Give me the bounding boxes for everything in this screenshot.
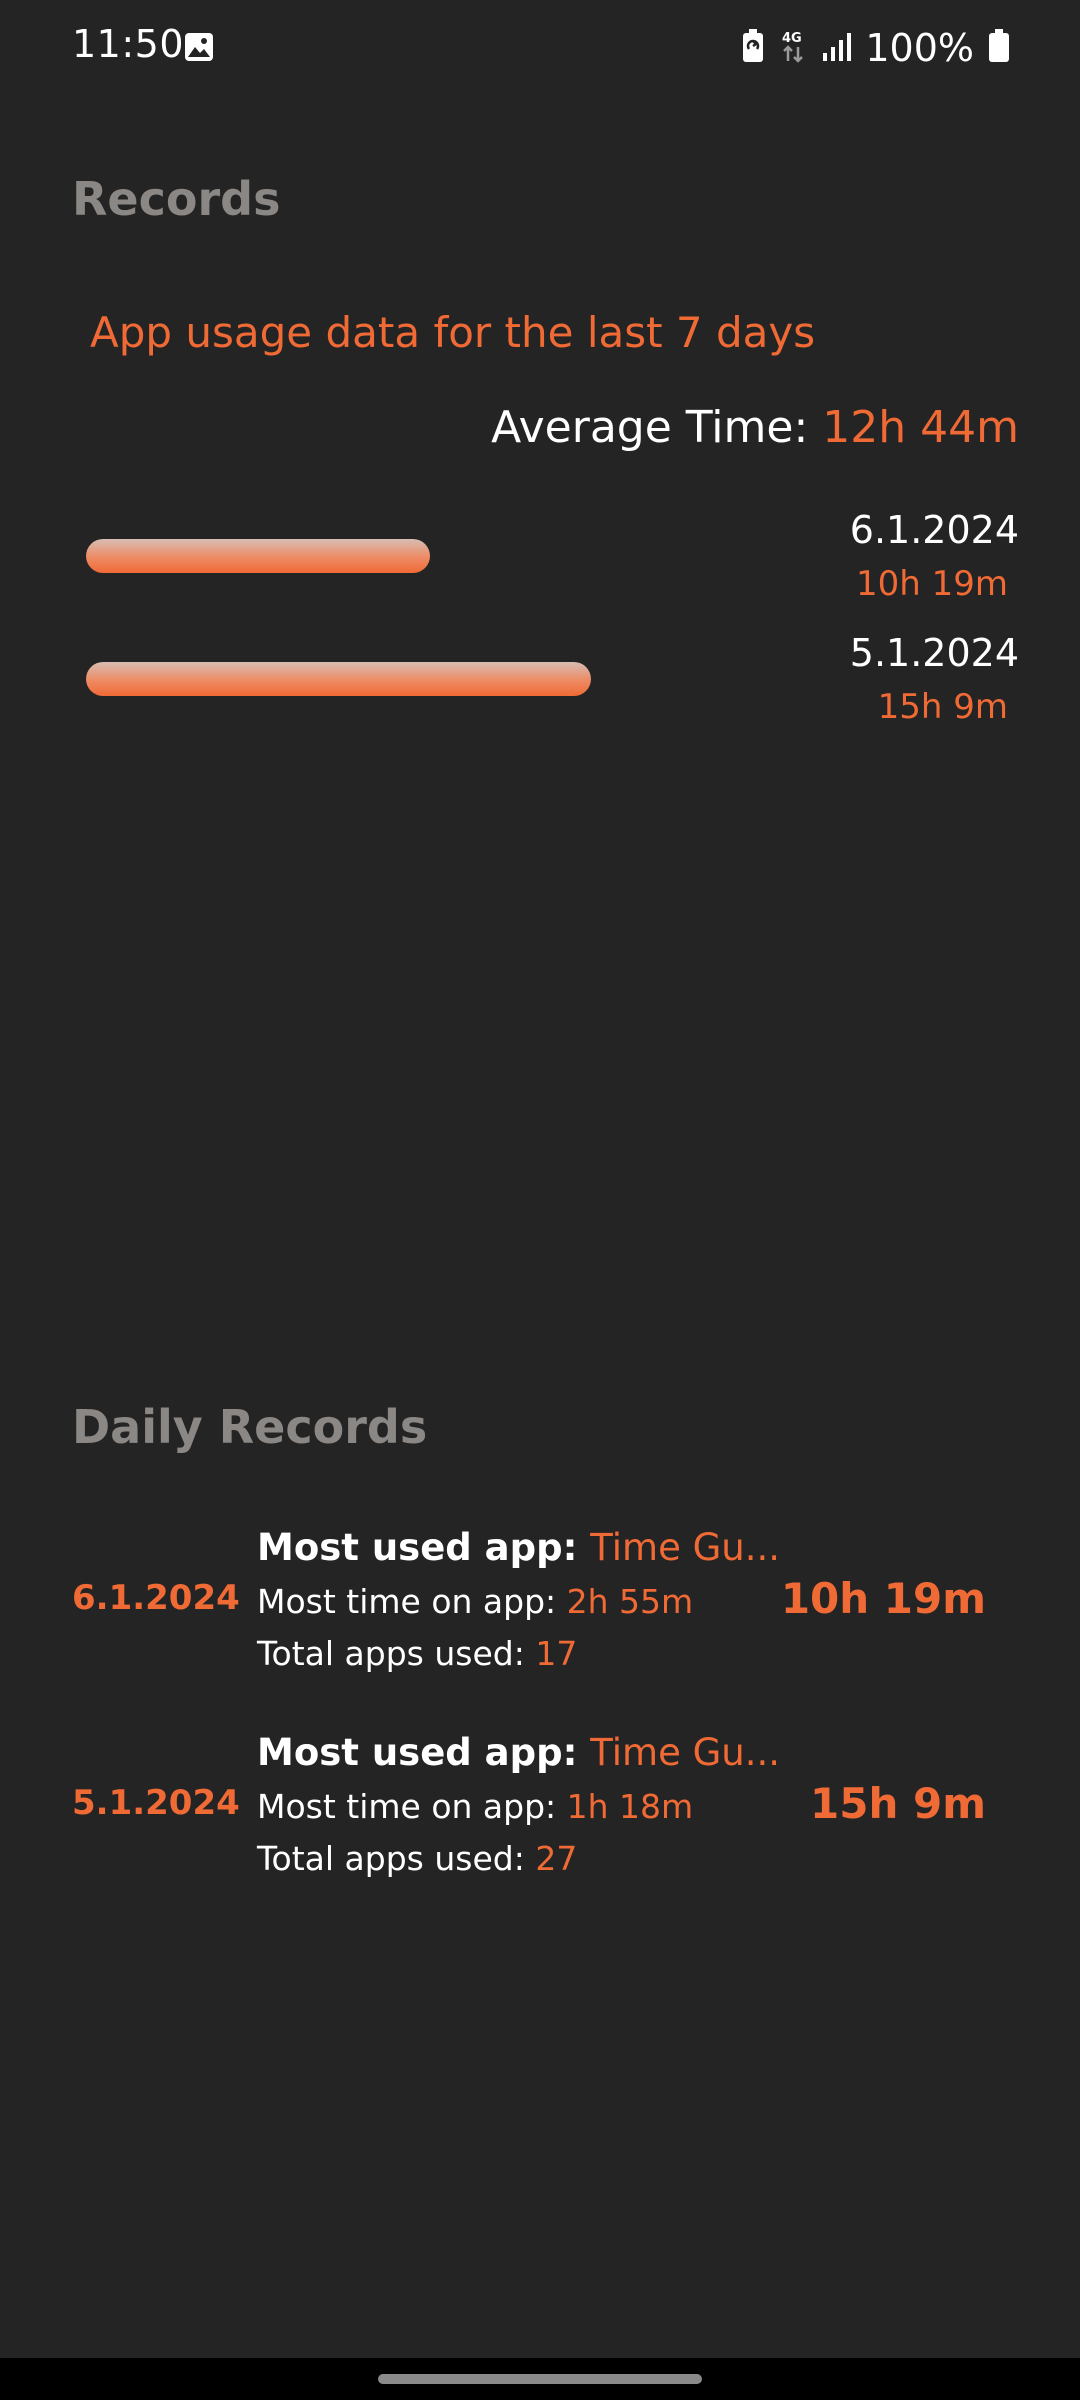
status-time: 11:50 bbox=[72, 22, 185, 66]
daily-record-item[interactable]: 6.1.2024 Most used app: Time Gu... Most … bbox=[0, 1522, 1080, 1692]
usage-date: 6.1.2024 bbox=[849, 508, 1019, 552]
most-time-on-app-line: Most time on app: 2h 55m bbox=[257, 1582, 693, 1621]
gallery-icon bbox=[184, 32, 214, 62]
most-used-app-label: Most used app: bbox=[257, 1731, 591, 1774]
usage-bar bbox=[86, 662, 591, 696]
most-used-app-line: Most used app: Time Gu... bbox=[257, 1731, 780, 1774]
average-time: Average Time: 12h 44m bbox=[491, 402, 1019, 453]
average-time-label: Average Time: bbox=[491, 402, 823, 453]
usage-row[interactable]: 5.1.2024 15h 9m bbox=[0, 631, 1080, 731]
signal-icon bbox=[821, 31, 852, 65]
network-4g-icon: 4G bbox=[779, 29, 807, 67]
usage-bar-track bbox=[86, 662, 886, 696]
battery-saver-icon bbox=[741, 29, 765, 67]
most-time-on-app-line: Most time on app: 1h 18m bbox=[257, 1787, 693, 1826]
usage-row[interactable]: 6.1.2024 10h 19m bbox=[0, 508, 1080, 608]
daily-total-time: 10h 19m bbox=[780, 1574, 986, 1623]
total-apps-used-line: Total apps used: 17 bbox=[257, 1634, 577, 1673]
total-apps-used-label: Total apps used: bbox=[257, 1634, 536, 1673]
home-gesture-handle[interactable] bbox=[378, 2374, 702, 2384]
status-bar: 11:50 4G 100% bbox=[0, 0, 1080, 96]
most-used-app-value: Time Gu... bbox=[590, 1731, 780, 1774]
status-icons: 4G 100% bbox=[741, 24, 1010, 72]
daily-total-time: 15h 9m bbox=[810, 1779, 986, 1828]
usage-bar bbox=[86, 539, 430, 573]
records-subtitle: App usage data for the last 7 days bbox=[90, 308, 816, 357]
daily-record-date: 6.1.2024 bbox=[72, 1578, 240, 1618]
total-apps-used-label: Total apps used: bbox=[257, 1839, 536, 1878]
usage-time: 10h 19m bbox=[855, 564, 1008, 604]
usage-bar-track bbox=[86, 539, 886, 573]
total-apps-used-value: 27 bbox=[535, 1839, 578, 1878]
most-used-app-label: Most used app: bbox=[257, 1526, 591, 1569]
battery-icon bbox=[988, 29, 1010, 67]
total-apps-used-value: 17 bbox=[535, 1634, 578, 1673]
daily-record-item[interactable]: 5.1.2024 Most used app: Time Gu... Most … bbox=[0, 1727, 1080, 1897]
daily-records-title: Daily Records bbox=[72, 1400, 428, 1454]
most-time-on-app-value: 1h 18m bbox=[566, 1787, 694, 1826]
total-apps-used-line: Total apps used: 27 bbox=[257, 1839, 577, 1878]
navigation-bar bbox=[0, 2358, 1080, 2400]
most-time-on-app-value: 2h 55m bbox=[566, 1582, 694, 1621]
network-label: 4G bbox=[782, 31, 802, 46]
most-used-app-line: Most used app: Time Gu... bbox=[257, 1526, 780, 1569]
usage-time: 15h 9m bbox=[877, 687, 1008, 727]
most-time-on-app-label: Most time on app: bbox=[257, 1787, 567, 1826]
most-time-on-app-label: Most time on app: bbox=[257, 1582, 567, 1621]
most-used-app-value: Time Gu... bbox=[590, 1526, 780, 1569]
records-title: Records bbox=[72, 172, 281, 226]
average-time-value: 12h 44m bbox=[822, 402, 1019, 453]
daily-record-date: 5.1.2024 bbox=[72, 1783, 240, 1823]
usage-date: 5.1.2024 bbox=[849, 631, 1019, 675]
battery-percentage: 100% bbox=[865, 26, 974, 70]
